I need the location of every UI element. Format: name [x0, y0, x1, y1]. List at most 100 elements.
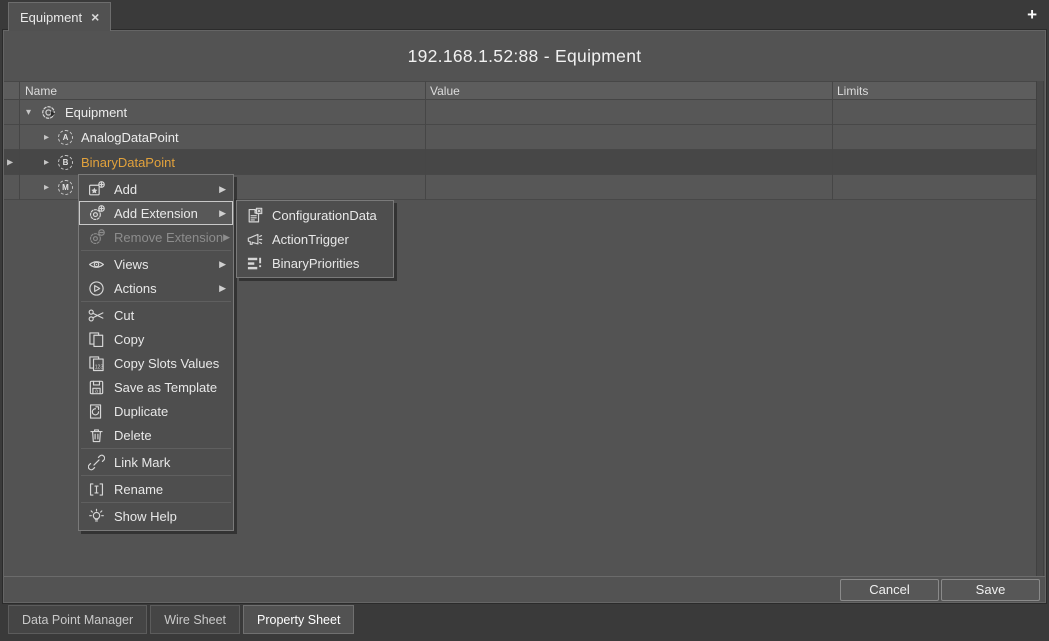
table-row-binarydatapoint[interactable]: ▶ ▸ B BinaryDataPoint [4, 150, 1037, 175]
menu-separator [81, 448, 231, 449]
menu-item-label: Delete [114, 428, 152, 443]
page-title: 192.168.1.52:88 - Equipment [4, 31, 1045, 81]
tab-property-sheet[interactable]: Property Sheet [243, 605, 354, 634]
menu-item-label: Duplicate [114, 404, 168, 419]
menu-item-cut[interactable]: Cut [79, 303, 233, 327]
remove-extension-icon [88, 229, 105, 246]
submenu-arrow-icon: ▶ [223, 232, 230, 243]
binary-point-icon: B [58, 155, 73, 170]
column-divider-limits [832, 81, 833, 200]
submenu-item-actiontrigger[interactable]: ActionTrigger [237, 227, 393, 251]
play-circle-icon [88, 280, 105, 297]
column-header-name[interactable]: Name [25, 82, 57, 100]
menu-item-show-help[interactable]: Show Help [79, 504, 233, 528]
gear-icon [40, 104, 57, 121]
submenu-item-binarypriorities[interactable]: BinaryPriorities [237, 251, 393, 275]
context-menu: Add ▶ Add Extension ▶ [78, 174, 234, 531]
app-window: Equipment × + 192.168.1.52:88 - Equipmen… [0, 0, 1049, 641]
scissors-icon [88, 307, 105, 324]
gutter-divider [19, 81, 20, 200]
tab-data-point-manager[interactable]: Data Point Manager [8, 605, 147, 634]
submenu-item-label: BinaryPriorities [272, 256, 359, 271]
menu-item-add-extension[interactable]: Add Extension ▶ [79, 201, 233, 225]
menu-item-label: Add [114, 182, 137, 197]
menu-item-save-as-template[interactable]: a Save as Template [79, 375, 233, 399]
table-row-equipment[interactable]: ▾ Equipment [4, 100, 1037, 125]
copy-values-icon: 123 [88, 355, 105, 372]
menu-item-label: Link Mark [114, 455, 170, 470]
priority-list-icon [246, 255, 263, 272]
menu-item-views[interactable]: Views ▶ [79, 252, 233, 276]
tab-equipment[interactable]: Equipment × [8, 2, 111, 31]
menu-separator [81, 250, 231, 251]
submenu-item-label: ConfigurationData [272, 208, 377, 223]
menu-item-label: Views [114, 257, 148, 272]
row-marker-icon: ▶ [7, 158, 13, 167]
cancel-button[interactable]: Cancel [840, 579, 939, 601]
tree-item-label[interactable]: AnalogDataPoint [81, 130, 179, 145]
column-header-value[interactable]: Value [430, 82, 460, 100]
menu-item-remove-extension: Remove Extension ▶ [79, 225, 233, 249]
vertical-scrollbar[interactable] [1036, 81, 1044, 576]
column-header-limits[interactable]: Limits [837, 82, 868, 100]
menu-item-label: Copy Slots Values [114, 356, 219, 371]
eye-icon [88, 256, 105, 273]
menu-item-copy[interactable]: Copy [79, 327, 233, 351]
lightbulb-icon [88, 508, 105, 525]
expander-icon[interactable]: ▸ [44, 132, 58, 143]
save-button[interactable]: Save [941, 579, 1040, 601]
save-template-icon: a [88, 379, 105, 396]
submenu-arrow-icon: ▶ [219, 259, 226, 270]
add-icon [88, 181, 105, 198]
menu-item-label: Cut [114, 308, 134, 323]
new-tab-button[interactable]: + [1027, 5, 1037, 25]
megaphone-icon [246, 231, 263, 248]
add-extension-submenu: ConfigurationData ActionTrigger [236, 200, 394, 278]
duplicate-icon [88, 403, 105, 420]
menu-item-add[interactable]: Add ▶ [79, 177, 233, 201]
expander-icon[interactable]: ▾ [26, 107, 40, 118]
column-divider-value [425, 81, 426, 200]
menu-separator [81, 502, 231, 503]
menu-item-duplicate[interactable]: Duplicate [79, 399, 233, 423]
top-tab-bar: Equipment × + [0, 0, 1049, 30]
svg-text:a: a [95, 388, 98, 394]
submenu-arrow-icon: ▶ [219, 208, 226, 219]
menu-item-label: Rename [114, 482, 163, 497]
tab-wire-sheet[interactable]: Wire Sheet [150, 605, 240, 634]
menu-item-label: Add Extension [114, 206, 198, 221]
svg-text:123: 123 [95, 364, 104, 370]
footer-button-bar: Cancel Save [4, 576, 1045, 602]
multistate-point-icon: M [58, 180, 73, 195]
tree-item-label[interactable]: Equipment [65, 105, 127, 120]
menu-item-label: Remove Extension [114, 230, 223, 245]
menu-item-link-mark[interactable]: Link Mark [79, 450, 233, 474]
menu-item-rename[interactable]: Rename [79, 477, 233, 501]
close-icon[interactable]: × [91, 10, 99, 24]
menu-separator [81, 301, 231, 302]
configuration-data-icon [246, 207, 263, 224]
grid-header: Name Value Limits [4, 81, 1037, 100]
submenu-item-configurationdata[interactable]: ConfigurationData [237, 203, 393, 227]
expander-icon[interactable]: ▸ [44, 157, 58, 168]
link-icon [88, 454, 105, 471]
copy-icon [88, 331, 105, 348]
menu-item-label: Actions [114, 281, 157, 296]
menu-item-actions[interactable]: Actions ▶ [79, 276, 233, 300]
trash-icon [88, 427, 105, 444]
menu-item-label: Show Help [114, 509, 177, 524]
menu-item-label: Save as Template [114, 380, 217, 395]
view-tab-bar: Data Point Manager Wire Sheet Property S… [0, 604, 1049, 641]
table-row-analogdatapoint[interactable]: ▸ A AnalogDataPoint [4, 125, 1037, 150]
menu-item-copy-slots-values[interactable]: 123 Copy Slots Values [79, 351, 233, 375]
expander-icon[interactable]: ▸ [44, 182, 58, 193]
tree-item-label[interactable]: BinaryDataPoint [81, 155, 175, 170]
menu-separator [81, 475, 231, 476]
submenu-arrow-icon: ▶ [219, 283, 226, 294]
submenu-item-label: ActionTrigger [272, 232, 349, 247]
menu-item-label: Copy [114, 332, 144, 347]
tab-label: Equipment [20, 10, 82, 25]
menu-item-delete[interactable]: Delete [79, 423, 233, 447]
add-extension-icon [88, 205, 105, 222]
submenu-arrow-icon: ▶ [219, 184, 226, 195]
